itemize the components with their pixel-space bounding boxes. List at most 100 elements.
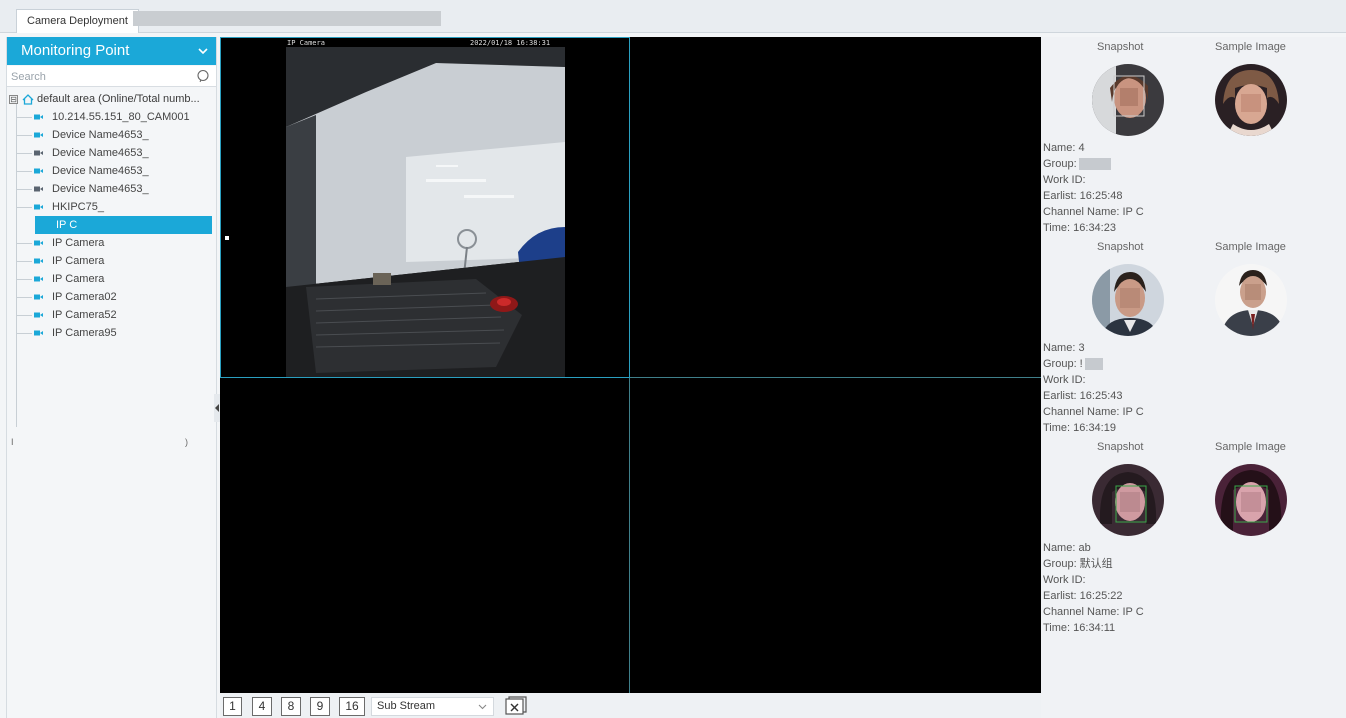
stray-mark: I <box>11 437 14 447</box>
sample-image-header: Sample Image <box>1215 241 1286 253</box>
match-time: Time: 16:34:19 <box>1043 422 1116 434</box>
camera-icon <box>34 150 43 156</box>
face-match-entry[interactable]: Snapshot Sample Image Name: 4 Group: Wor… <box>1041 37 1346 237</box>
camera-icon <box>34 276 43 282</box>
stray-mark: ) <box>185 437 188 447</box>
tree-connector <box>17 117 32 118</box>
tab-redacted[interactable] <box>133 11 441 26</box>
tree-item-device[interactable]: IP Camera <box>7 234 216 252</box>
monitoring-point-header[interactable]: Monitoring Point <box>7 37 216 65</box>
layout-1-button[interactable]: 1 <box>223 697 242 716</box>
chevron-down-icon[interactable] <box>198 46 208 56</box>
tree-item-label: IP Camera02 <box>52 291 117 303</box>
tree-item-device[interactable]: IP Camera95 <box>7 324 216 342</box>
match-earliest: Earlist: 16:25:43 <box>1043 390 1123 402</box>
search-input[interactable] <box>7 66 216 87</box>
tree-item-device[interactable]: HKIPC75_ <box>7 198 216 216</box>
layout-4-button[interactable]: 4 <box>252 697 272 716</box>
osd-camera-name: IP Camera <box>287 39 325 47</box>
tree-connector <box>17 171 32 172</box>
match-group: Group: 默认组 <box>1043 558 1113 570</box>
tree-connector <box>17 153 32 154</box>
grid-divider <box>220 377 1041 378</box>
camera-icon <box>34 204 43 210</box>
match-earliest: Earlist: 16:25:22 <box>1043 590 1123 602</box>
monitoring-point-panel: Monitoring Point ⊟ default area (Online/T… <box>6 37 220 718</box>
match-name: Name: 4 <box>1043 142 1085 154</box>
match-time: Time: 16:34:23 <box>1043 222 1116 234</box>
monitoring-point-title: Monitoring Point <box>21 42 130 59</box>
face-match-entry[interactable]: Snapshot Sample Image Name: ab Group: 默认… <box>1041 437 1346 637</box>
tree-item-device[interactable]: 10.214.55.151_80_CAM001 <box>7 108 216 126</box>
tree-item-device[interactable]: Device Name4653_ <box>7 162 216 180</box>
tree-item-device[interactable]: IP Camera02 <box>7 288 216 306</box>
tree-item-label: HKIPC75_ <box>52 201 104 213</box>
tree-connector <box>17 279 32 280</box>
match-channel: Channel Name: IP C <box>1043 606 1144 618</box>
tree-root-default-area[interactable]: ⊟ default area (Online/Total numb... <box>7 90 216 108</box>
match-work-id: Work ID: <box>1043 574 1086 586</box>
osd-marker <box>225 236 229 240</box>
match-group: Group: ! <box>1043 356 1144 372</box>
tab-camera-deployment[interactable]: Camera Deployment <box>16 9 139 33</box>
snapshot-image <box>1092 264 1164 336</box>
tree-item-label: IP Camera95 <box>52 327 117 339</box>
tree-item-label: Device Name4653_ <box>52 183 149 195</box>
snapshot-image <box>1092 464 1164 536</box>
tree-item-device[interactable]: IP Camera52 <box>7 306 216 324</box>
layout-16-button[interactable]: 16 <box>339 697 365 716</box>
match-name: Name: 3 <box>1043 342 1085 354</box>
tab-bar: Camera Deployment <box>0 0 1346 33</box>
tree-connector <box>17 315 32 316</box>
tree-connector <box>17 189 32 190</box>
close-all-windows-icon[interactable] <box>505 696 527 716</box>
tree-connector <box>17 207 32 208</box>
camera-icon <box>34 240 43 246</box>
osd-timestamp: 2022/01/18 16:38:31 <box>470 39 551 47</box>
tree-item-device[interactable]: Device Name4653_ <box>7 180 216 198</box>
video-toolbar: 1 4 8 9 16 Sub Stream <box>220 693 1041 718</box>
sample-image-header: Sample Image <box>1215 441 1286 453</box>
tree-item-label: IP Camera <box>52 237 105 249</box>
layout-8-button[interactable]: 8 <box>281 697 301 716</box>
match-group: Group: <box>1043 156 1144 172</box>
match-info: Name: ab Group: 默认组 Work ID: Earlist: 16… <box>1043 540 1144 636</box>
tree-item-device[interactable]: IP Camera <box>7 270 216 288</box>
tree-item-device[interactable]: Device Name4653_ <box>7 126 216 144</box>
tree-item-device[interactable]: IP C <box>35 216 212 234</box>
snapshot-image <box>1092 64 1164 136</box>
tree-item-label: Device Name4653_ <box>52 165 149 177</box>
search-icon[interactable] <box>196 69 210 83</box>
camera-icon <box>34 186 43 192</box>
tree-item-label: 10.214.55.151_80_CAM001 <box>52 111 190 123</box>
tree-connector <box>17 135 32 136</box>
tree-item-device[interactable]: Device Name4653_ <box>7 144 216 162</box>
device-tree: ⊟ default area (Online/Total numb... 10.2… <box>7 87 216 427</box>
stream-select[interactable]: Sub Stream <box>371 697 494 716</box>
match-earliest: Earlist: 16:25:48 <box>1043 190 1123 202</box>
layout-9-button[interactable]: 9 <box>310 697 330 716</box>
match-work-id: Work ID: <box>1043 374 1086 386</box>
collapse-toggle-icon[interactable]: ⊟ <box>9 94 18 104</box>
group-redacted <box>1084 358 1103 371</box>
camera-icon <box>34 132 43 138</box>
camera-icon <box>34 294 43 300</box>
grid-divider <box>629 37 630 693</box>
tree-connector <box>17 297 32 298</box>
sample-image-header: Sample Image <box>1215 41 1286 53</box>
match-channel: Channel Name: IP C <box>1043 406 1144 418</box>
search-box <box>7 66 216 87</box>
collapse-arrow-icon <box>215 404 219 412</box>
video-grid[interactable]: IP Camera 2022/01/18 16:38:31 <box>220 37 1041 693</box>
face-match-entry[interactable]: Snapshot Sample Image Name: 3 Group: ! W… <box>1041 237 1346 437</box>
tree-item-label: IP Camera52 <box>52 309 117 321</box>
tree-item-label: Device Name4653_ <box>52 129 149 141</box>
snapshot-header: Snapshot <box>1097 441 1144 453</box>
snapshot-header: Snapshot <box>1097 41 1144 53</box>
group-redacted <box>1078 158 1111 171</box>
camera-icon <box>34 330 43 336</box>
tree-connector <box>17 333 32 334</box>
tree-item-device[interactable]: IP Camera <box>7 252 216 270</box>
camera-icon <box>34 168 43 174</box>
camera-icon <box>34 312 43 318</box>
